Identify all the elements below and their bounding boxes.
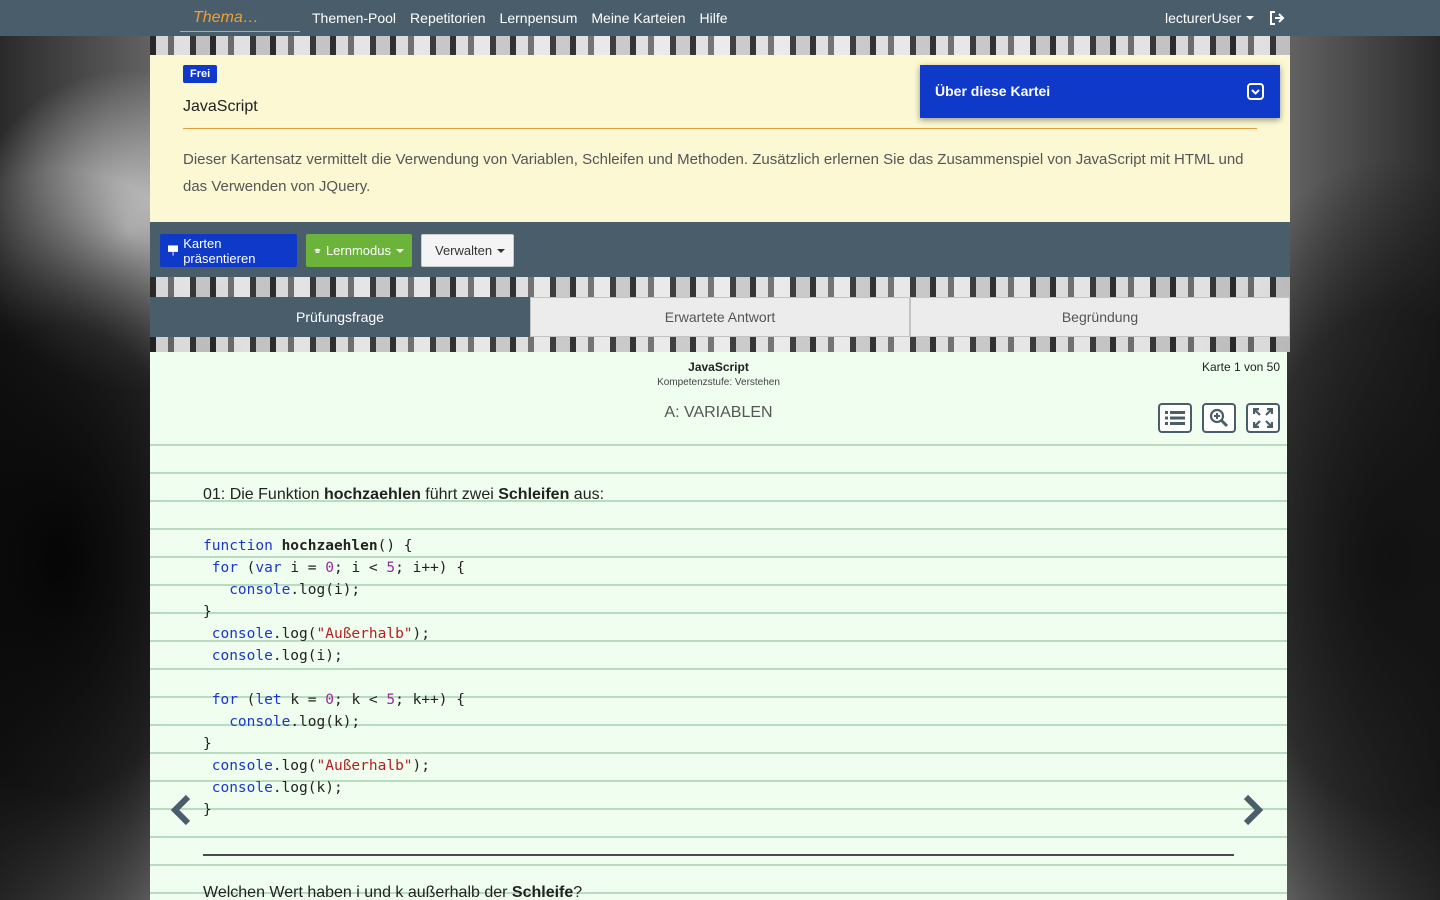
about-deck-panel[interactable]: Über diese Kartei bbox=[920, 65, 1280, 118]
present-cards-button[interactable]: Karten präsentieren bbox=[160, 234, 297, 267]
separator-line bbox=[203, 854, 1234, 856]
visibility-badge: Frei bbox=[183, 65, 218, 83]
list-view-button[interactable] bbox=[1158, 403, 1192, 433]
final-bold: Schleife bbox=[511, 884, 574, 900]
chevron-down-icon bbox=[1246, 16, 1255, 20]
present-cards-label: Karten präsentieren bbox=[183, 235, 256, 266]
graduation-cap-icon bbox=[314, 248, 321, 253]
deck-title: JavaScript bbox=[183, 98, 258, 115]
previous-card-arrow-icon[interactable] bbox=[168, 794, 194, 826]
tab-erwartete-antwort[interactable]: Erwartete Antwort bbox=[530, 297, 910, 337]
intro-prefix: 01: Die Funktion bbox=[203, 486, 324, 503]
user-menu[interactable]: lecturerUser bbox=[1165, 10, 1255, 26]
next-card-arrow-icon[interactable] bbox=[1240, 794, 1266, 826]
tab-begruendung[interactable]: Begründung bbox=[910, 297, 1290, 337]
nav-link-repetitorien[interactable]: Repetitorien bbox=[410, 10, 486, 26]
chevron-down-icon bbox=[497, 248, 506, 253]
presentation-icon bbox=[168, 245, 179, 256]
nav-link-meine-karteien[interactable]: Meine Karteien bbox=[591, 10, 685, 26]
final-suffix: ? bbox=[573, 884, 583, 900]
card-deck-name: JavaScript bbox=[688, 360, 749, 374]
nav-links: Themen-Pool Repetitorien Lernpensum Mein… bbox=[312, 10, 728, 26]
tab-pruefungsfrage[interactable]: Prüfungsfrage bbox=[150, 297, 530, 337]
question-intro: 01: Die Funktion hochzaehlen führt zwei … bbox=[203, 486, 604, 504]
fullscreen-button[interactable] bbox=[1246, 403, 1280, 433]
nav-link-themen-pool[interactable]: Themen-Pool bbox=[312, 10, 396, 26]
code-block: function hochzaehlen() { for (var i = 0;… bbox=[203, 538, 465, 818]
chevron-down-square-icon[interactable] bbox=[1247, 83, 1264, 100]
manage-button[interactable]: Verwalten bbox=[421, 234, 514, 267]
intro-mid: führt zwei bbox=[420, 486, 499, 503]
nav-link-hilfe[interactable]: Hilfe bbox=[700, 10, 728, 26]
fullscreen-icon bbox=[1253, 408, 1273, 428]
card-header: JavaScript Kompetenzstufe: Verstehen Kar… bbox=[150, 352, 1287, 444]
about-deck-label: Über diese Kartei bbox=[935, 83, 1051, 99]
card-topic: A: VARIABLEN bbox=[664, 404, 773, 421]
logout-icon[interactable] bbox=[1268, 9, 1286, 27]
zoom-button[interactable] bbox=[1202, 403, 1236, 433]
divider bbox=[183, 128, 1257, 129]
learn-mode-button[interactable]: Lernmodus bbox=[306, 234, 412, 267]
user-name: lecturerUser bbox=[1165, 10, 1242, 26]
deck-description: Dieser Kartensatz vermittelt die Verwend… bbox=[183, 151, 1244, 195]
learn-mode-label: Lernmodus bbox=[325, 243, 391, 258]
card-competence-level: Kompetenzstufe: Verstehen bbox=[657, 377, 780, 388]
nav-link-lernpensum[interactable]: Lernpensum bbox=[500, 10, 578, 26]
flashcard: JavaScript Kompetenzstufe: Verstehen Kar… bbox=[150, 352, 1287, 900]
brand-link[interactable]: Thema… bbox=[180, 0, 300, 32]
chevron-down-icon bbox=[396, 248, 404, 253]
intro-function-name: hochzaehlen bbox=[323, 486, 421, 503]
top-navbar: Thema… Themen-Pool Repetitorien Lernpens… bbox=[0, 0, 1440, 36]
final-prefix: Welchen Wert haben i und k außerhalb der bbox=[203, 884, 512, 900]
intro-suffix: aus: bbox=[569, 486, 605, 503]
list-icon bbox=[1165, 411, 1185, 425]
card-side-tabs: Prüfungsfrage Erwartete Antwort Begründu… bbox=[150, 297, 1290, 337]
manage-label: Verwalten bbox=[435, 243, 493, 258]
card-counter: Karte 1 von 50 bbox=[1201, 360, 1280, 374]
intro-loops: Schleifen bbox=[498, 486, 570, 503]
zoom-in-icon bbox=[1209, 408, 1229, 428]
question-final: Welchen Wert haben i und k außerhalb der… bbox=[203, 884, 582, 900]
deck-toolbar: Karten präsentieren Lernmodus Verwalten bbox=[150, 222, 1290, 277]
